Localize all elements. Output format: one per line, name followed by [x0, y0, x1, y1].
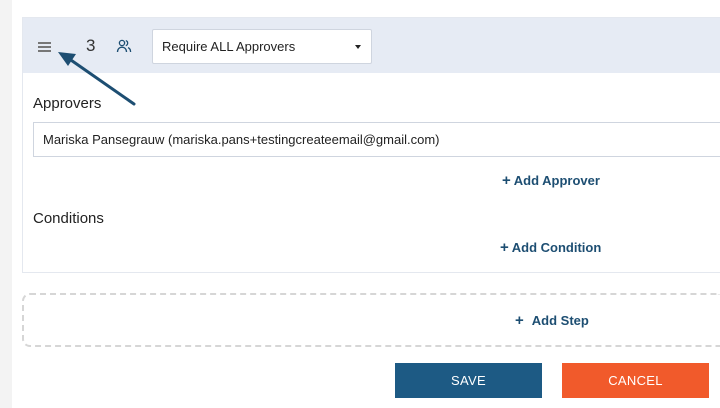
conditions-label: Conditions	[33, 210, 104, 227]
approver-field[interactable]: Mariska Pansegrauw (mariska.pans+testing…	[33, 122, 720, 157]
plus-icon: +	[500, 239, 509, 256]
approval-mode-select[interactable]: Require ALL Approvers	[152, 29, 372, 64]
plus-icon: +	[515, 312, 524, 329]
add-approver-button[interactable]: + Add Approver	[502, 172, 600, 189]
add-approver-label: Add Approver	[513, 173, 600, 188]
add-condition-label: Add Condition	[511, 240, 602, 255]
add-step-button[interactable]: + Add Step	[22, 293, 720, 347]
approver-value: Mariska Pansegrauw (mariska.pans+testing…	[43, 132, 440, 147]
cancel-button[interactable]: CANCEL	[562, 363, 709, 398]
approval-mode-value: Require ALL Approvers	[162, 39, 296, 54]
add-step-label: Add Step	[531, 313, 589, 328]
add-condition-button[interactable]: + Add Condition	[500, 239, 601, 256]
annotation-arrow	[58, 52, 136, 106]
save-button[interactable]: SAVE	[395, 363, 542, 398]
caret-down-icon	[355, 45, 361, 49]
plus-icon: +	[502, 172, 511, 189]
